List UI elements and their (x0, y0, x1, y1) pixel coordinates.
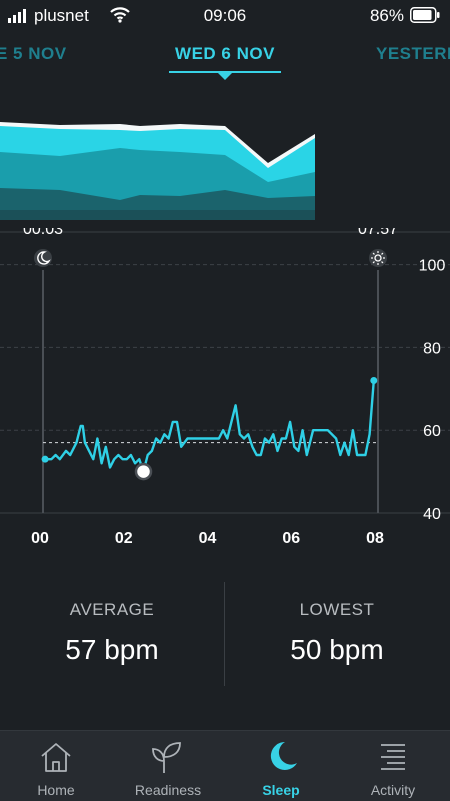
heart-rate-chart: 40 60 80 100 00 02 04 06 08 00:03 07:57 (0, 228, 450, 547)
average-label: AVERAGE (69, 600, 155, 619)
lowest-value: 50 bpm (290, 634, 384, 665)
battery-icon (410, 7, 440, 23)
tab-next-day[interactable]: YESTERD (376, 44, 450, 64)
stage-base-band (0, 210, 315, 220)
lowest-stat: LOWEST 50 bpm (225, 600, 449, 666)
wake-time-label: 07:57 (358, 228, 398, 238)
sun-icon (369, 249, 387, 267)
y-tick-label: 100 (419, 258, 446, 275)
lowest-point-marker (134, 462, 153, 481)
nav-readiness-label: Readiness (134, 782, 202, 798)
status-bar: plusnet 09:06 86% (0, 0, 450, 32)
nav-readiness[interactable]: Readiness (112, 731, 224, 801)
moon-icon (34, 249, 52, 267)
sleep-stages-chart (0, 122, 315, 220)
nav-sleep[interactable]: Sleep (225, 731, 337, 801)
home-icon (41, 743, 71, 772)
nav-sleep-label: Sleep (262, 782, 300, 798)
sprout-icon (152, 742, 181, 773)
activity-list-icon (381, 744, 405, 770)
y-tick-label: 40 (423, 506, 441, 523)
x-tick-label: 00 (31, 530, 49, 547)
x-tick-label: 02 (115, 530, 133, 547)
lowest-label: LOWEST (299, 600, 375, 619)
nav-home[interactable]: Home (0, 731, 112, 801)
x-tick-label: 06 (282, 530, 300, 547)
sleep-start-time-label: 00:03 (23, 228, 63, 238)
tab-marker-caret (218, 73, 232, 80)
nav-activity[interactable]: Activity (337, 731, 449, 801)
battery-percentage: 86% (369, 6, 404, 25)
average-value: 57 bpm (65, 634, 159, 665)
moon-icon (270, 741, 297, 770)
nav-home-label: Home (37, 782, 75, 798)
bottom-tab-bar: Home Readiness Sleep Activity (0, 730, 450, 801)
average-stat: AVERAGE 57 bpm (0, 600, 224, 666)
date-tabs: E 5 NOV WED 6 NOV YESTERD (0, 36, 450, 76)
x-tick-label: 04 (199, 530, 217, 547)
y-tick-label: 60 (423, 423, 441, 440)
y-tick-label: 80 (423, 340, 441, 357)
series-end-point (370, 377, 378, 384)
nav-activity-label: Activity (370, 782, 416, 798)
x-tick-label: 08 (366, 530, 384, 547)
heart-rate-line (45, 380, 375, 473)
series-start-point (41, 455, 49, 463)
